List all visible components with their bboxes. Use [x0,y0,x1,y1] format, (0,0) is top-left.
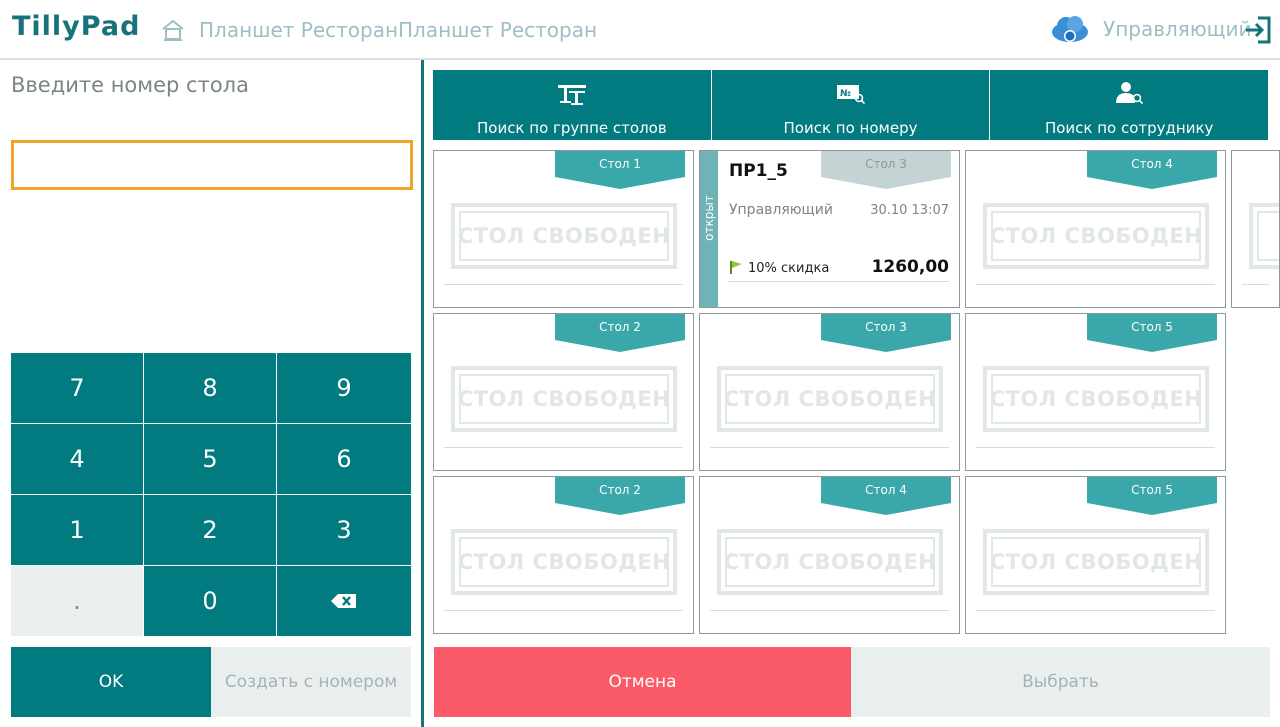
table-card-5[interactable]: Стол 3 СТОЛ СВОБОДЕН [699,313,960,471]
key-9[interactable]: 9 [277,353,411,423]
table-tag: Стол 2 [555,314,685,352]
create-with-number-button[interactable]: Создать с номером [211,647,411,717]
order-total: 1260,00 [871,257,949,277]
card-divider [710,447,949,448]
table-number-panel: Введите номер стола 7 8 9 4 5 6 1 2 3 . … [0,60,421,727]
breadcrumb-1[interactable]: Планшет Ресторан [199,17,398,43]
table-tag: Стол 4 [1087,151,1217,189]
top-bar: TillyPad Планшет Ресторан Планшет Рестор… [0,0,1280,60]
table-label: Стол 2 [599,483,641,497]
free-table-stamp: СТОЛ СВОБОДЕН [451,529,677,595]
tillypad-logo: TillyPad [12,11,141,42]
key-4[interactable]: 4 [11,424,143,494]
table-tag: Стол 1 [555,151,685,189]
user-name[interactable]: Управляющий [1103,16,1252,42]
card-divider [710,610,949,611]
search-by-number-label: Поиск по номеру [783,119,918,137]
free-table-stamp [1249,203,1279,269]
table-tag: Стол 3 [821,151,951,189]
table-label: Стол 4 [1131,157,1173,171]
search-by-employee-button[interactable]: Поиск по сотруднику [990,70,1269,140]
breadcrumb-2[interactable]: Планшет Ресторан [398,17,597,43]
table-label: Стол 3 [865,157,907,171]
discount-label: 10% скидка [748,261,830,276]
table-label: Стол 2 [599,320,641,334]
table-tag: Стол 3 [821,314,951,352]
backspace-key[interactable] [277,566,411,636]
card-divider [444,447,683,448]
key-5[interactable]: 5 [144,424,276,494]
logout-icon[interactable] [1244,15,1272,45]
table-card-6[interactable]: Стол 5 СТОЛ СВОБОДЕН [965,313,1226,471]
table-card-8[interactable]: Стол 4 СТОЛ СВОБОДЕН [699,476,960,634]
cloud-sync-icon[interactable] [1050,12,1090,46]
order-name: ПР1_5 [729,161,788,181]
table-tag: Стол 4 [821,477,951,515]
free-table-stamp: СТОЛ СВОБОДЕН [451,366,677,432]
key-dot[interactable]: . [11,566,143,636]
select-button[interactable]: Выбрать [851,647,1270,717]
panel-divider [421,60,424,727]
card-divider [976,284,1215,285]
svg-text:№: № [840,89,851,99]
table-number-input[interactable] [11,140,413,190]
key-2[interactable]: 2 [144,495,276,565]
key-8[interactable]: 8 [144,353,276,423]
search-by-number-button[interactable]: № Поиск по номеру [711,70,991,140]
key-3[interactable]: 3 [277,495,411,565]
search-toolbar: Поиск по группе столов № Поиск по номеру… [433,70,1269,140]
table-tag: Стол 5 [1087,477,1217,515]
table-card-3[interactable]: Стол 4 СТОЛ СВОБОДЕН [965,150,1226,308]
free-table-stamp: СТОЛ СВОБОДЕН [983,529,1209,595]
table-tag: Стол 5 [1087,314,1217,352]
flag-icon [730,261,742,274]
table-tag: Стол 2 [555,477,685,515]
key-6[interactable]: 6 [277,424,411,494]
card-divider [728,281,949,282]
table-label: Стол 4 [865,483,907,497]
free-table-stamp: СТОЛ СВОБОДЕН [451,203,677,269]
open-status-label: открыт [702,195,716,241]
free-table-stamp: СТОЛ СВОБОДЕН [717,366,943,432]
card-divider [1242,284,1269,285]
number-search-icon: № [836,85,865,105]
card-divider [444,610,683,611]
table-card-open[interactable]: открыт Стол 3 ПР1_5 Управляющий 30.10 13… [699,150,960,308]
waiter-name: Управляющий [729,202,833,218]
table-card-9[interactable]: Стол 5 СТОЛ СВОБОДЕН [965,476,1226,634]
cancel-button[interactable]: Отмена [434,647,851,717]
key-7[interactable]: 7 [11,353,143,423]
table-card-1[interactable]: Стол 1 СТОЛ СВОБОДЕН [433,150,694,308]
ok-button[interactable]: OK [11,647,211,717]
free-table-stamp: СТОЛ СВОБОДЕН [717,529,943,595]
numeric-keypad: 7 8 9 4 5 6 1 2 3 . 0 [11,353,411,637]
card-divider [976,610,1215,611]
table-number-prompt: Введите номер стола [11,73,249,97]
table-group-icon [557,85,586,105]
table-label: Стол 3 [865,320,907,334]
employee-search-icon [1116,82,1144,105]
table-card-7[interactable]: Стол 2 СТОЛ СВОБОДЕН [433,476,694,634]
key-0[interactable]: 0 [144,566,276,636]
key-1[interactable]: 1 [11,495,143,565]
free-table-stamp: СТОЛ СВОБОДЕН [983,203,1209,269]
table-card-partial[interactable] [1231,150,1280,308]
table-label: Стол 5 [1131,483,1173,497]
card-divider [444,284,683,285]
home-icon[interactable] [161,18,185,42]
open-status-strip: открыт [700,151,718,307]
free-table-stamp: СТОЛ СВОБОДЕН [983,366,1209,432]
table-label: Стол 1 [599,157,641,171]
search-by-table-group-button[interactable]: Поиск по группе столов [433,70,712,140]
search-by-employee-label: Поиск по сотруднику [1044,119,1214,137]
table-label: Стол 5 [1131,320,1173,334]
backspace-icon [331,594,356,608]
table-card-4[interactable]: Стол 2 СТОЛ СВОБОДЕН [433,313,694,471]
search-by-table-group-label: Поиск по группе столов [476,119,667,137]
card-divider [976,447,1215,448]
order-time: 30.10 13:07 [870,203,949,218]
